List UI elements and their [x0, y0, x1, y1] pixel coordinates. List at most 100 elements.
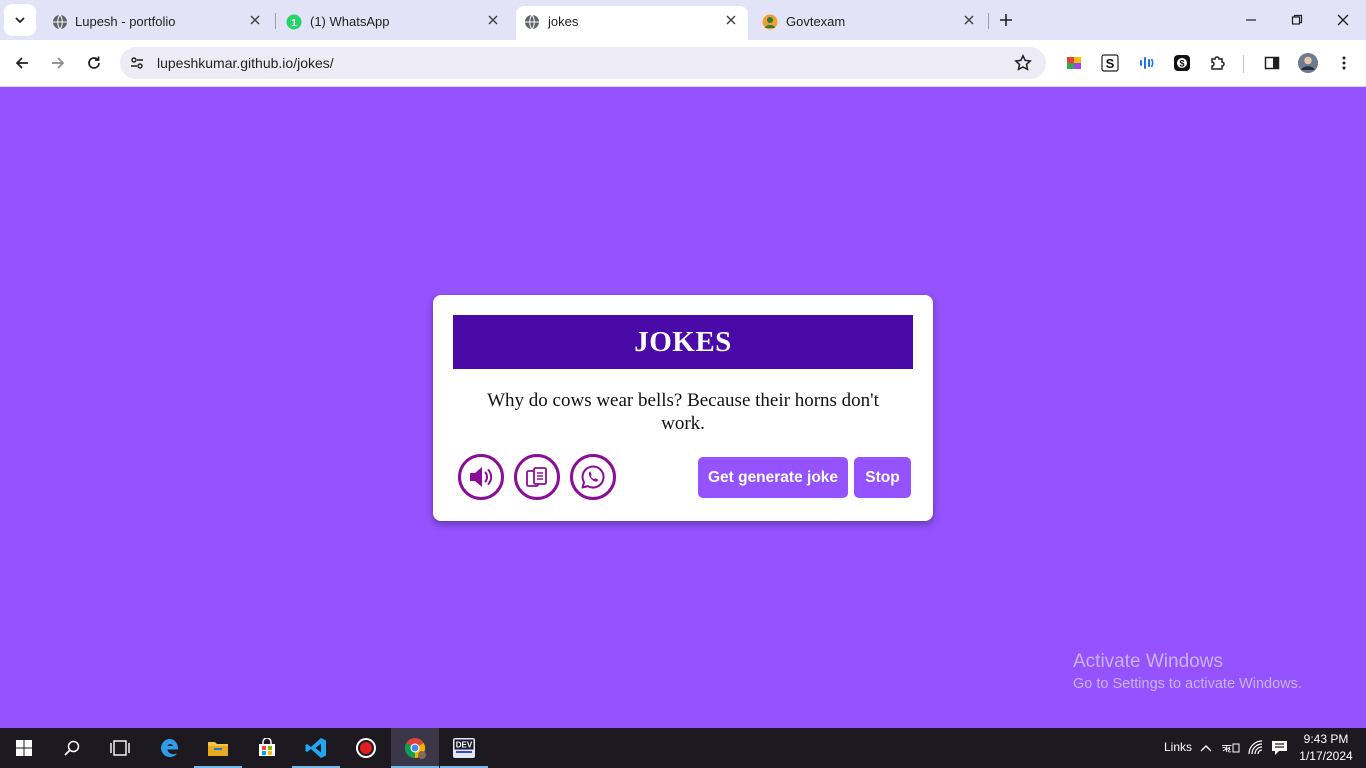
- windows-icon: [16, 740, 32, 756]
- reload-button[interactable]: [78, 47, 110, 79]
- copy-button[interactable]: [514, 454, 560, 500]
- clock-date: 1/17/2024: [1299, 749, 1353, 763]
- joke-text: Why do cows wear bells? Because their ho…: [487, 390, 879, 434]
- generate-joke-button[interactable]: Get generate joke: [698, 457, 848, 498]
- vscode-icon: [305, 738, 326, 758]
- svg-text:1: 1: [291, 18, 297, 29]
- close-icon[interactable]: [488, 15, 498, 25]
- address-bar[interactable]: lupeshkumar.github.io/jokes/: [120, 47, 1046, 79]
- edge-icon: [161, 739, 179, 757]
- close-icon[interactable]: [726, 15, 736, 25]
- extensions-button[interactable]: [1202, 47, 1234, 79]
- minimize-button[interactable]: [1235, 4, 1267, 36]
- watermark-title: Activate Windows: [1073, 651, 1223, 672]
- dev-icon: DEV: [453, 738, 475, 758]
- start-button[interactable]: [0, 728, 48, 768]
- color-palette-icon: [1067, 57, 1081, 69]
- svg-text:ऋ: ऋ: [1222, 743, 1232, 755]
- profile-button[interactable]: [1292, 47, 1324, 79]
- svg-text:$: $: [1179, 59, 1184, 69]
- close-icon: [1337, 14, 1349, 26]
- stop-button[interactable]: Stop: [854, 457, 911, 498]
- task-view-icon: [110, 740, 130, 756]
- record-icon: [356, 738, 376, 758]
- svg-text:DEV: DEV: [456, 741, 473, 750]
- tab-search-button[interactable]: [4, 4, 36, 36]
- tab-jokes[interactable]: jokes: [516, 6, 748, 40]
- search-icon: [64, 740, 80, 756]
- globe-icon: [524, 14, 540, 30]
- links-toolbar[interactable]: Links: [1164, 740, 1192, 754]
- plus-icon: [1000, 14, 1012, 26]
- input-method-icon[interactable]: ऋ: [1222, 740, 1240, 756]
- taskbar: DEV Links ऋ 9:43 PM 1/17/2024: [0, 728, 1366, 768]
- edge-button[interactable]: [146, 728, 194, 768]
- side-panel-icon: [1264, 56, 1280, 70]
- svg-text:S: S: [1106, 56, 1115, 71]
- forward-button[interactable]: [42, 47, 74, 79]
- arrow-right-icon: [52, 57, 65, 69]
- store-icon: [259, 738, 275, 756]
- globe-icon: [52, 14, 68, 30]
- file-explorer-button[interactable]: [194, 728, 242, 768]
- tab-lupesh-portfolio[interactable]: Lupesh - portfolio: [36, 6, 272, 40]
- side-panel-button[interactable]: [1256, 47, 1288, 79]
- s-extension-icon: S: [1101, 54, 1119, 72]
- dev-app-button[interactable]: DEV: [440, 728, 488, 768]
- extension-audio-button[interactable]: [1130, 47, 1162, 79]
- tab-title: Govtexam: [786, 14, 846, 29]
- site-info-icon[interactable]: [129, 55, 145, 71]
- sound-wave-icon: [1140, 57, 1154, 69]
- whatsapp-share-button[interactable]: [570, 454, 616, 500]
- tab-govtexam[interactable]: Govtexam: [748, 6, 988, 40]
- chevron-up-icon[interactable]: [1199, 741, 1213, 755]
- search-button[interactable]: [48, 728, 96, 768]
- browser-toolbar: lupeshkumar.github.io/jokes/ S $: [0, 40, 1366, 87]
- page-title: JOKES: [634, 325, 732, 358]
- back-button[interactable]: [6, 47, 38, 79]
- extension-dollar-button[interactable]: $: [1166, 47, 1198, 79]
- clock-time: 9:43 PM: [1303, 732, 1349, 746]
- notification-icon[interactable]: [1271, 740, 1288, 756]
- copy-icon: [526, 467, 547, 487]
- close-icon[interactable]: [250, 15, 260, 25]
- task-view-button[interactable]: [96, 728, 144, 768]
- folder-icon: [208, 742, 228, 756]
- tab-strip: Lupesh - portfolio 1 (1) WhatsApp jokes …: [0, 0, 1366, 40]
- store-button[interactable]: [243, 728, 291, 768]
- tab-title: (1) WhatsApp: [310, 14, 390, 29]
- tab-whatsapp[interactable]: 1 (1) WhatsApp: [274, 6, 510, 40]
- tab-title: jokes: [548, 14, 579, 29]
- whatsapp-icon: [581, 465, 605, 489]
- bookmark-star-icon[interactable]: [1014, 54, 1032, 72]
- chevron-down-icon: [15, 17, 25, 24]
- vscode-button[interactable]: [292, 728, 340, 768]
- chrome-button[interactable]: [391, 728, 439, 768]
- minimize-icon: [1246, 19, 1256, 21]
- close-icon[interactable]: [964, 15, 974, 25]
- close-window-button[interactable]: [1327, 4, 1359, 36]
- recorder-button[interactable]: [342, 728, 390, 768]
- speak-button[interactable]: [458, 454, 504, 500]
- extension-colors-button[interactable]: [1058, 47, 1090, 79]
- menu-button[interactable]: [1328, 47, 1360, 79]
- more-vertical-icon: [1342, 56, 1346, 70]
- speaker-icon: [470, 467, 493, 487]
- arrow-left-icon: [15, 57, 28, 69]
- extension-s-button[interactable]: S: [1094, 47, 1126, 79]
- url-text: lupeshkumar.github.io/jokes/: [157, 55, 334, 71]
- dollar-icon: $: [1174, 55, 1190, 71]
- wifi-icon[interactable]: [1248, 740, 1264, 756]
- card-header: JOKES: [453, 315, 913, 369]
- restore-button[interactable]: [1281, 4, 1313, 36]
- activate-windows-watermark: Activate Windows Go to Settings to activ…: [1073, 651, 1302, 692]
- puzzle-icon: [1211, 56, 1225, 70]
- clock[interactable]: 9:43 PM 1/17/2024: [1296, 731, 1356, 765]
- govtexam-favicon-icon: [762, 14, 778, 30]
- joke-card: JOKES Why do cows wear bells? Because th…: [433, 295, 933, 521]
- reload-icon: [88, 56, 100, 69]
- tab-title: Lupesh - portfolio: [75, 14, 176, 29]
- restore-icon: [1291, 14, 1303, 25]
- new-tab-button[interactable]: [990, 4, 1022, 36]
- whatsapp-favicon-icon: 1: [286, 14, 302, 30]
